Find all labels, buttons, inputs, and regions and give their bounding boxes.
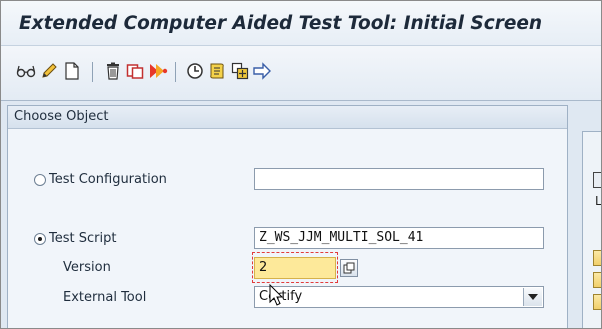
side-pane-label: L <box>595 194 602 208</box>
mouse-cursor-icon <box>269 284 284 306</box>
delete-icon[interactable] <box>102 60 124 82</box>
execute-icon[interactable] <box>147 60 169 82</box>
side-pane-button[interactable] <box>593 172 601 188</box>
external-tool-select[interactable]: Certify <box>254 286 544 308</box>
where-used-icon[interactable] <box>251 60 273 82</box>
version-copy-button[interactable] <box>340 259 358 277</box>
sap-window: Extended Computer Aided Test Tool: Initi… <box>0 0 602 329</box>
copy-icon <box>343 262 355 274</box>
title-bar: Extended Computer Aided Test Tool: Initi… <box>1 1 601 46</box>
test-script-input[interactable]: Z_WS_JJM_MULTI_SOL_41 <box>254 227 544 249</box>
test-configuration-input[interactable] <box>254 168 544 190</box>
test-configuration-label: Test Configuration <box>49 172 167 187</box>
glasses-icon[interactable] <box>15 60 37 82</box>
window-title: Extended Computer Aided Test Tool: Initi… <box>19 13 543 34</box>
test-script-radio[interactable] <box>34 233 46 245</box>
application-toolbar <box>1 46 601 101</box>
dropdown-button[interactable] <box>523 288 542 306</box>
pencil-icon[interactable] <box>38 60 60 82</box>
toolbar-separator <box>92 62 93 82</box>
external-tool-label: External Tool <box>63 290 147 305</box>
panel-header: Choose Object <box>8 106 567 129</box>
side-pane-button[interactable] <box>593 272 601 288</box>
right-side-pane: L <box>582 131 602 328</box>
transport-icon[interactable] <box>229 60 251 82</box>
test-script-label: Test Script <box>49 231 117 246</box>
chevron-down-icon <box>528 294 538 300</box>
choose-object-panel: Choose Object Test Configuration Test Sc… <box>7 105 568 328</box>
new-document-icon[interactable] <box>61 60 83 82</box>
copy-icon[interactable] <box>124 60 146 82</box>
side-pane-button[interactable] <box>593 294 601 310</box>
clock-icon[interactable] <box>184 60 206 82</box>
test-configuration-radio[interactable] <box>34 174 46 186</box>
list-icon[interactable] <box>206 60 228 82</box>
side-pane-button[interactable] <box>593 250 601 266</box>
focus-marker <box>252 252 338 283</box>
toolbar-separator <box>175 62 176 82</box>
version-label: Version <box>63 260 111 275</box>
